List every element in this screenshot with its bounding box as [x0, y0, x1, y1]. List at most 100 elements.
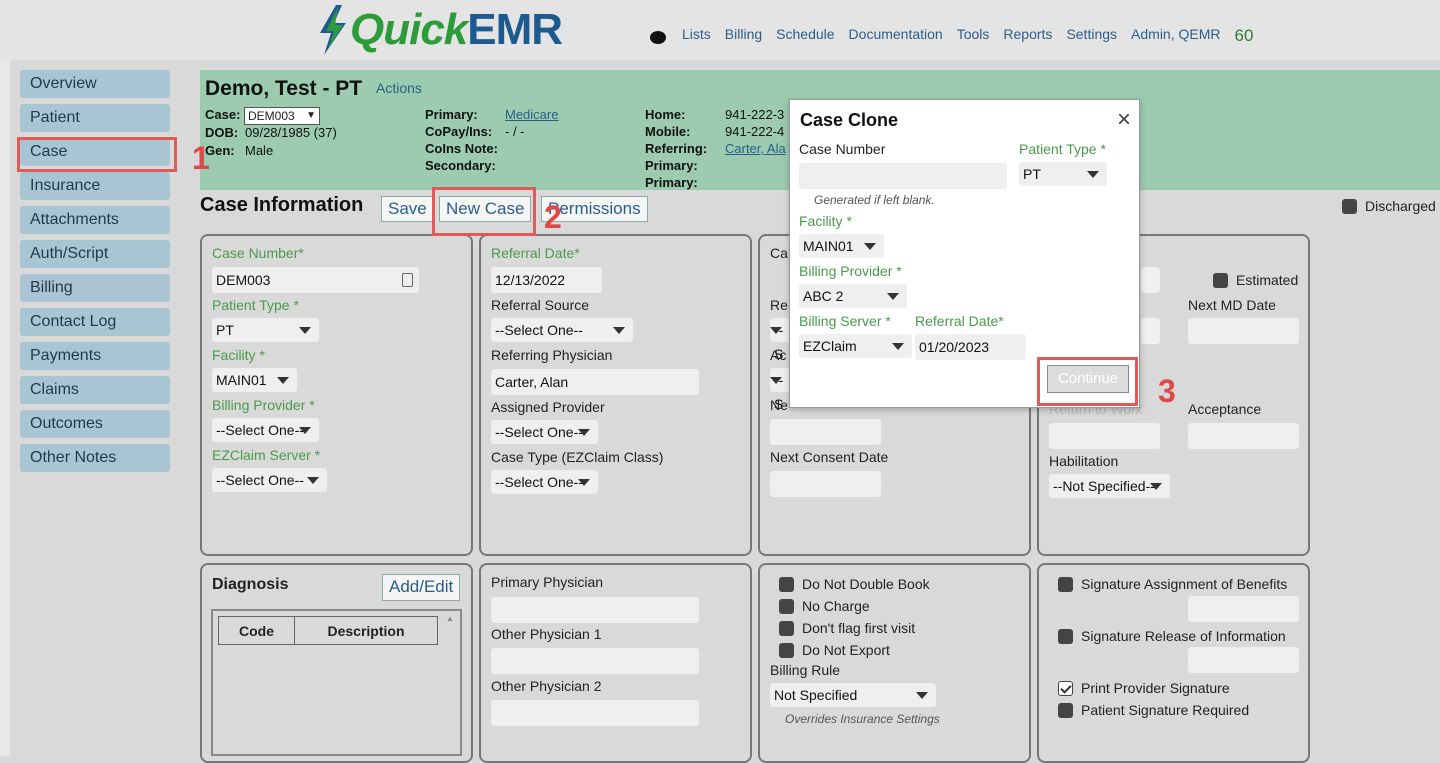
case-information-title: Case Information — [200, 194, 364, 216]
signature-release-checkbox[interactable]: Signature Release of Information — [1058, 628, 1286, 644]
acceptance-input[interactable] — [1188, 423, 1299, 449]
sidebar-item-contact-log[interactable]: Contact Log — [20, 308, 170, 336]
checkbox-icon — [779, 576, 794, 592]
patient-type-select[interactable]: PT — [212, 318, 319, 342]
top-bar: QuickEMR Lists Billing Schedule Document… — [0, 0, 1440, 60]
nav-billing[interactable]: Billing — [725, 26, 762, 42]
sidebar-item-payments[interactable]: Payments — [20, 342, 170, 370]
home-phone-value: 941-222-3 — [725, 107, 785, 122]
primary-ins-label: Primary: — [425, 107, 478, 122]
primary-ins-link[interactable]: Medicare — [505, 107, 558, 122]
billing-rule-select[interactable]: Not Specified — [770, 683, 936, 707]
chat-icon[interactable] — [650, 30, 666, 44]
patient-signature-required-checkbox[interactable]: Patient Signature Required — [1058, 702, 1249, 718]
close-icon[interactable]: × — [1117, 106, 1131, 134]
nav-documentation[interactable]: Documentation — [849, 26, 943, 42]
billing-provider-select[interactable]: --Select One-- — [212, 418, 319, 442]
return-to-work-input[interactable] — [1049, 423, 1160, 449]
facility-select[interactable]: MAIN01 — [212, 368, 297, 392]
do-not-double-book-checkbox[interactable]: Do Not Double Book — [779, 576, 930, 592]
referral-date-input[interactable]: 12/13/2022 — [491, 267, 602, 293]
sidebar-item-attachments[interactable]: Attachments — [20, 206, 170, 234]
other-physician-1-input[interactable] — [491, 648, 699, 674]
estimated-checkbox[interactable]: Estimated — [1213, 272, 1298, 288]
sidebar-item-overview[interactable]: Overview — [20, 70, 170, 98]
secondary-label: Secondary: — [425, 158, 496, 173]
case-number-input[interactable]: DEM003 — [212, 267, 419, 293]
habilitation-select[interactable]: --Not Specified-- — [1049, 474, 1170, 498]
acceptance-label: Acceptance — [1188, 401, 1262, 417]
no-charge-checkbox[interactable]: No Charge — [779, 598, 870, 614]
clone-referral-date-input[interactable]: 01/20/2023 — [915, 334, 1026, 360]
clone-facility-select[interactable]: MAIN01 — [799, 234, 884, 258]
clone-billing-provider-select[interactable]: ABC 2 — [799, 284, 907, 308]
primary-provider-label: Primary: — [645, 175, 698, 190]
sidebar-item-patient[interactable]: Patient — [20, 104, 170, 132]
assigned-provider-select[interactable]: --Select One-- — [491, 420, 598, 444]
referring-physician-input[interactable]: Carter, Alan — [491, 369, 699, 395]
checkbox-icon — [779, 642, 794, 658]
sidebar-item-claims[interactable]: Claims — [20, 376, 170, 404]
checkbox-icon — [779, 620, 794, 636]
sidebar-item-outcomes[interactable]: Outcomes — [20, 410, 170, 438]
signature-assignment-checkbox[interactable]: Signature Assignment of Benefits — [1058, 576, 1287, 592]
clone-patient-type-select[interactable]: PT — [1019, 162, 1107, 186]
panel4-input-top[interactable] — [1141, 267, 1160, 293]
add-edit-diagnosis-button[interactable]: Add/Edit — [382, 574, 461, 601]
panel4-input-mid[interactable] — [1141, 318, 1160, 344]
clone-case-number-input[interactable] — [799, 163, 1007, 189]
case-select[interactable]: DEM003 ▼ — [244, 107, 320, 125]
checkbox-icon — [1058, 702, 1073, 718]
primary-physician-input[interactable] — [491, 597, 699, 623]
nav-lists[interactable]: Lists — [682, 26, 711, 42]
referring-physician-label: Referring Physician — [491, 347, 613, 363]
panel3-date-input[interactable] — [770, 419, 881, 445]
save-button[interactable]: Save — [381, 196, 434, 222]
print-provider-signature-checkbox[interactable]: Print Provider Signature — [1058, 680, 1230, 696]
clone-referral-date-label: Referral Date* — [915, 313, 1004, 329]
dont-flag-first-visit-checkbox[interactable]: Don't flag first visit — [779, 620, 915, 636]
nav-admin-user[interactable]: Admin, QEMR — [1131, 26, 1220, 42]
generated-note: Generated if left blank. — [814, 193, 935, 207]
next-consent-date-input[interactable] — [770, 471, 881, 497]
patient-type-label: Patient Type * — [212, 297, 299, 313]
clone-billing-server-select[interactable]: EZClaim — [799, 334, 912, 358]
signature-assignment-date[interactable] — [1188, 596, 1299, 622]
panel3-select-1[interactable]: --S — [770, 318, 790, 362]
other-physician-2-input[interactable] — [491, 700, 699, 726]
referral-source-select[interactable]: --Select One-- — [491, 318, 633, 342]
referring-link[interactable]: Carter, Ala — [725, 141, 786, 156]
checkbox-icon — [1058, 576, 1073, 592]
clone-facility-label: Facility * — [799, 213, 852, 229]
sidebar-item-billing[interactable]: Billing — [20, 274, 170, 302]
next-md-date-input[interactable] — [1188, 318, 1299, 344]
signature-release-date[interactable] — [1188, 647, 1299, 673]
nav-schedule[interactable]: Schedule — [776, 26, 834, 42]
sidebar-item-other-notes[interactable]: Other Notes — [20, 444, 170, 472]
scroll-up-icon[interactable]: ▲ — [446, 614, 454, 623]
column-header-description[interactable]: Description — [294, 616, 438, 645]
nav-tools[interactable]: Tools — [957, 26, 990, 42]
actions-link[interactable]: Actions — [376, 80, 422, 96]
do-not-export-checkbox[interactable]: Do Not Export — [779, 642, 890, 658]
discharged-checkbox[interactable]: Discharged — [1342, 198, 1436, 214]
copay-label: CoPay/Ins: — [425, 124, 493, 139]
mobile-phone-value: 941-222-4 — [725, 124, 785, 139]
panel3-select-2[interactable]: --S — [770, 368, 790, 412]
diagnosis-title: Diagnosis — [212, 576, 289, 593]
quickemr-logo[interactable]: QuickEMR — [316, 4, 563, 56]
habilitation-label: Habilitation — [1049, 453, 1119, 469]
billing-provider-label: Billing Provider * — [212, 397, 315, 413]
referral-source-label: Referral Source — [491, 297, 590, 313]
column-header-code[interactable]: Code — [218, 616, 295, 645]
sidebar-item-insurance[interactable]: Insurance — [20, 172, 170, 200]
nav-reports[interactable]: Reports — [1003, 26, 1052, 42]
nav-settings[interactable]: Settings — [1066, 26, 1117, 42]
case-type-select[interactable]: --Select One-- — [491, 470, 598, 494]
callout-number-3: 3 — [1158, 373, 1176, 409]
sidebar-item-auth-script[interactable]: Auth/Script — [20, 240, 170, 268]
case-type-label: Case Type (EZClaim Class) — [491, 449, 664, 465]
ezclaim-server-label: EZClaim Server * — [212, 447, 321, 463]
patient-signature-required-label: Patient Signature Required — [1081, 702, 1250, 718]
ezclaim-server-select[interactable]: --Select One-- — [212, 468, 327, 492]
